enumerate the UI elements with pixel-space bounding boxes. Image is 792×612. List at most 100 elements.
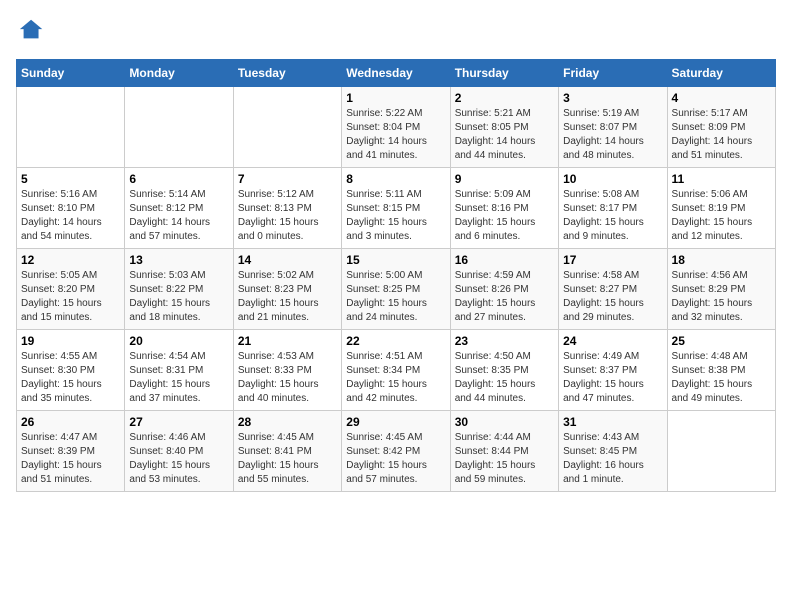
calendar-cell [17, 86, 125, 167]
day-info: Sunrise: 5:19 AM Sunset: 8:07 PM Dayligh… [563, 107, 662, 163]
calendar-week-2: 5Sunrise: 5:16 AM Sunset: 8:10 PM Daylig… [17, 167, 776, 248]
day-info: Sunrise: 5:00 AM Sunset: 8:25 PM Dayligh… [346, 269, 445, 325]
calendar-week-1: 1 Sunrise: 5:22 AM Sunset: 8:04 PM Daylig… [17, 86, 776, 167]
day-info: Sunrise: 5:05 AM Sunset: 8:20 PM Dayligh… [21, 269, 120, 325]
calendar-week-4: 19 Sunrise: 4:55 AM Sunset: 8:30 PM Dayli… [17, 329, 776, 410]
day-info: Sunrise: 5:06 AM Sunset: 8:19 PM Dayligh… [672, 188, 771, 244]
day-info: Sunrise: 4:45 AM Sunset: 8:42 PM Dayligh… [346, 431, 445, 487]
day-number: 31 [563, 415, 662, 429]
logo-icon [18, 16, 46, 44]
day-info: Sunrise: 5:08 AM Sunset: 8:17 PM Dayligh… [563, 188, 662, 244]
day-info: Sunrise: 4:50 AM Sunset: 8:35 PM Dayligh… [455, 350, 554, 406]
calendar-cell: 1 Sunrise: 5:22 AM Sunset: 8:04 PM Daylig… [342, 86, 450, 167]
day-info: Sunrise: 4:45 AM Sunset: 8:41 PM Dayligh… [238, 431, 337, 487]
calendar-cell [233, 86, 341, 167]
calendar-cell: 20Sunrise: 4:54 AM Sunset: 8:31 PM Dayli… [125, 329, 233, 410]
calendar-cell: 29 Sunrise: 4:45 AM Sunset: 8:42 PM Dayli… [342, 410, 450, 491]
day-number: 22 [346, 334, 445, 348]
day-number: 13 [129, 253, 228, 267]
column-header-thursday: Thursday [450, 59, 558, 86]
calendar-cell: 26Sunrise: 4:47 AM Sunset: 8:39 PM Dayli… [17, 410, 125, 491]
day-info: Sunrise: 4:55 AM Sunset: 8:30 PM Dayligh… [21, 350, 120, 406]
day-info: Sunrise: 5:17 AM Sunset: 8:09 PM Dayligh… [672, 107, 771, 163]
calendar-cell [667, 410, 775, 491]
day-info: Sunrise: 4:59 AM Sunset: 8:26 PM Dayligh… [455, 269, 554, 325]
day-info: Sunrise: 4:51 AM Sunset: 8:34 PM Dayligh… [346, 350, 445, 406]
day-number: 6 [129, 172, 228, 186]
calendar-cell: 5Sunrise: 5:16 AM Sunset: 8:10 PM Daylig… [17, 167, 125, 248]
day-number: 17 [563, 253, 662, 267]
day-number: 18 [672, 253, 771, 267]
day-info: Sunrise: 5:09 AM Sunset: 8:16 PM Dayligh… [455, 188, 554, 244]
logo [16, 16, 46, 49]
day-info: Sunrise: 5:12 AM Sunset: 8:13 PM Dayligh… [238, 188, 337, 244]
day-number: 2 [455, 91, 554, 105]
day-number: 24 [563, 334, 662, 348]
calendar-cell: 31 Sunrise: 4:43 AM Sunset: 8:45 PM Dayli… [559, 410, 667, 491]
day-info: Sunrise: 5:03 AM Sunset: 8:22 PM Dayligh… [129, 269, 228, 325]
calendar-cell: 7 Sunrise: 5:12 AM Sunset: 8:13 PM Daylig… [233, 167, 341, 248]
day-number: 23 [455, 334, 554, 348]
column-header-sunday: Sunday [17, 59, 125, 86]
day-number: 19 [21, 334, 120, 348]
day-number: 7 [238, 172, 337, 186]
column-header-monday: Monday [125, 59, 233, 86]
calendar-cell: 24Sunrise: 4:49 AM Sunset: 8:37 PM Dayli… [559, 329, 667, 410]
day-info: Sunrise: 5:02 AM Sunset: 8:23 PM Dayligh… [238, 269, 337, 325]
column-header-wednesday: Wednesday [342, 59, 450, 86]
day-info: Sunrise: 4:43 AM Sunset: 8:45 PM Dayligh… [563, 431, 662, 487]
calendar-cell: 18 Sunrise: 4:56 AM Sunset: 8:29 PM Dayli… [667, 248, 775, 329]
day-info: Sunrise: 5:22 AM Sunset: 8:04 PM Dayligh… [346, 107, 445, 163]
calendar-cell: 14 Sunrise: 5:02 AM Sunset: 8:23 PM Dayli… [233, 248, 341, 329]
day-number: 12 [21, 253, 120, 267]
calendar-cell: 8 Sunrise: 5:11 AM Sunset: 8:15 PM Daylig… [342, 167, 450, 248]
calendar-cell: 19 Sunrise: 4:55 AM Sunset: 8:30 PM Dayli… [17, 329, 125, 410]
day-number: 11 [672, 172, 771, 186]
day-number: 9 [455, 172, 554, 186]
day-number: 1 [346, 91, 445, 105]
column-header-friday: Friday [559, 59, 667, 86]
calendar-cell: 22 Sunrise: 4:51 AM Sunset: 8:34 PM Dayli… [342, 329, 450, 410]
calendar-cell: 10 Sunrise: 5:08 AM Sunset: 8:17 PM Dayli… [559, 167, 667, 248]
day-number: 16 [455, 253, 554, 267]
calendar-cell: 9 Sunrise: 5:09 AM Sunset: 8:16 PM Daylig… [450, 167, 558, 248]
day-info: Sunrise: 4:56 AM Sunset: 8:29 PM Dayligh… [672, 269, 771, 325]
day-number: 15 [346, 253, 445, 267]
calendar-cell: 27 Sunrise: 4:46 AM Sunset: 8:40 PM Dayli… [125, 410, 233, 491]
day-number: 29 [346, 415, 445, 429]
day-info: Sunrise: 4:58 AM Sunset: 8:27 PM Dayligh… [563, 269, 662, 325]
calendar-cell: 3 Sunrise: 5:19 AM Sunset: 8:07 PM Daylig… [559, 86, 667, 167]
calendar-cell: 25 Sunrise: 4:48 AM Sunset: 8:38 PM Dayli… [667, 329, 775, 410]
day-number: 10 [563, 172, 662, 186]
day-number: 27 [129, 415, 228, 429]
day-number: 21 [238, 334, 337, 348]
calendar-cell: 13 Sunrise: 5:03 AM Sunset: 8:22 PM Dayli… [125, 248, 233, 329]
day-number: 20 [129, 334, 228, 348]
day-number: 30 [455, 415, 554, 429]
day-number: 26 [21, 415, 120, 429]
column-header-saturday: Saturday [667, 59, 775, 86]
day-number: 14 [238, 253, 337, 267]
calendar-cell: 6Sunrise: 5:14 AM Sunset: 8:12 PM Daylig… [125, 167, 233, 248]
day-info: Sunrise: 4:48 AM Sunset: 8:38 PM Dayligh… [672, 350, 771, 406]
day-info: Sunrise: 5:11 AM Sunset: 8:15 PM Dayligh… [346, 188, 445, 244]
calendar-cell: 2Sunrise: 5:21 AM Sunset: 8:05 PM Daylig… [450, 86, 558, 167]
day-info: Sunrise: 4:46 AM Sunset: 8:40 PM Dayligh… [129, 431, 228, 487]
calendar-cell: 30 Sunrise: 4:44 AM Sunset: 8:44 PM Dayli… [450, 410, 558, 491]
day-info: Sunrise: 4:44 AM Sunset: 8:44 PM Dayligh… [455, 431, 554, 487]
calendar-cell: 4Sunrise: 5:17 AM Sunset: 8:09 PM Daylig… [667, 86, 775, 167]
calendar-week-3: 12 Sunrise: 5:05 AM Sunset: 8:20 PM Dayli… [17, 248, 776, 329]
calendar-cell [125, 86, 233, 167]
day-number: 3 [563, 91, 662, 105]
calendar-cell: 23 Sunrise: 4:50 AM Sunset: 8:35 PM Dayli… [450, 329, 558, 410]
day-number: 8 [346, 172, 445, 186]
calendar-cell: 11 Sunrise: 5:06 AM Sunset: 8:19 PM Dayli… [667, 167, 775, 248]
day-number: 25 [672, 334, 771, 348]
calendar-cell: 21 Sunrise: 4:53 AM Sunset: 8:33 PM Dayli… [233, 329, 341, 410]
day-info: Sunrise: 4:53 AM Sunset: 8:33 PM Dayligh… [238, 350, 337, 406]
day-number: 5 [21, 172, 120, 186]
calendar-cell: 15 Sunrise: 5:00 AM Sunset: 8:25 PM Dayli… [342, 248, 450, 329]
calendar-cell: 12 Sunrise: 5:05 AM Sunset: 8:20 PM Dayli… [17, 248, 125, 329]
calendar-cell: 28Sunrise: 4:45 AM Sunset: 8:41 PM Dayli… [233, 410, 341, 491]
calendar-cell: 17 Sunrise: 4:58 AM Sunset: 8:27 PM Dayli… [559, 248, 667, 329]
